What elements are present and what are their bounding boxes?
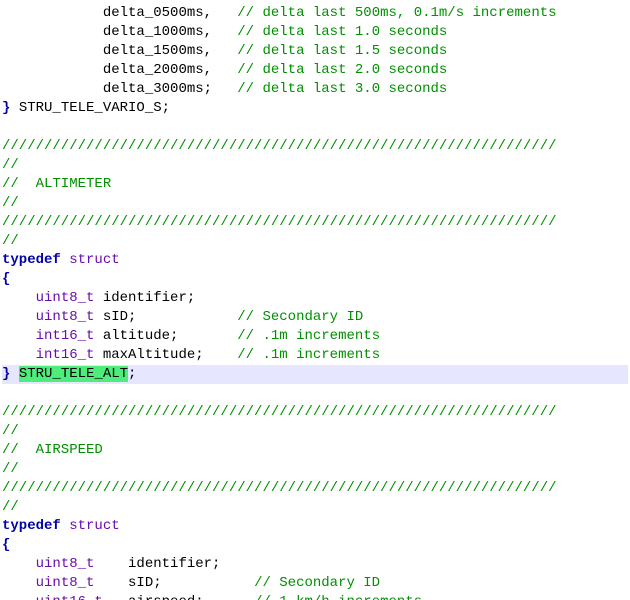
section-title: // AIRSPEED	[2, 442, 103, 458]
comment: // .1m increments	[237, 347, 380, 363]
comment: // .1m increments	[237, 328, 380, 344]
field-type: uint8_t	[36, 309, 95, 325]
field-name: identifier;	[103, 290, 195, 306]
struct-name-highlighted: STRU_TELE_ALT	[19, 366, 128, 382]
separator-blank: //	[2, 233, 19, 249]
separator: ////////////////////////////////////////…	[2, 214, 557, 230]
field-type: uint16_t	[36, 594, 103, 600]
keyword-typedef: typedef	[2, 252, 61, 268]
comment: // delta last 1.5 seconds	[237, 43, 447, 59]
comment: // Secondary ID	[254, 575, 380, 591]
comment: // 1 km/h increments	[254, 594, 422, 600]
comment: // delta last 1.0 seconds	[237, 24, 447, 40]
separator-blank: //	[2, 157, 19, 173]
separator: ////////////////////////////////////////…	[2, 138, 557, 154]
field-name: delta_2000ms	[103, 62, 204, 78]
field-type: uint8_t	[36, 575, 95, 591]
field-type: uint8_t	[36, 290, 95, 306]
field-name: identifier;	[128, 556, 220, 572]
field-name: airspeed;	[128, 594, 204, 600]
semicolon: ;	[128, 366, 136, 382]
comment: // delta last 2.0 seconds	[237, 62, 447, 78]
comment: // delta last 500ms, 0.1m/s increments	[237, 5, 556, 21]
keyword-struct: struct	[69, 518, 119, 534]
field-name: delta_1500ms	[103, 43, 204, 59]
separator: ////////////////////////////////////////…	[2, 404, 557, 420]
brace-close: }	[2, 100, 10, 116]
separator-blank: //	[2, 499, 19, 515]
separator-blank: //	[2, 195, 19, 211]
field-name: sID;	[128, 575, 162, 591]
highlighted-line: } STRU_TELE_ALT;	[2, 365, 628, 384]
field-name: delta_1000ms	[103, 24, 204, 40]
field-type: int16_t	[36, 328, 95, 344]
section-title: // ALTIMETER	[2, 176, 111, 192]
brace-open: {	[2, 537, 10, 553]
comment: // delta last 3.0 seconds	[237, 81, 447, 97]
field-type: uint8_t	[36, 556, 95, 572]
field-name: delta_0500ms	[103, 5, 204, 21]
struct-name: STRU_TELE_VARIO_S;	[19, 100, 170, 116]
separator-blank: //	[2, 423, 19, 439]
field-name: altitude;	[103, 328, 179, 344]
field-name: delta_3000ms;	[103, 81, 212, 97]
field-name: maxAltitude;	[103, 347, 204, 363]
code-block: delta_0500ms, // delta last 500ms, 0.1m/…	[0, 0, 630, 600]
keyword-struct: struct	[69, 252, 119, 268]
separator: ////////////////////////////////////////…	[2, 480, 557, 496]
field-name: sID;	[103, 309, 137, 325]
field-type: int16_t	[36, 347, 95, 363]
brace-close: }	[2, 366, 10, 382]
separator-blank: //	[2, 461, 19, 477]
keyword-typedef: typedef	[2, 518, 61, 534]
brace-open: {	[2, 271, 10, 287]
comment: // Secondary ID	[237, 309, 363, 325]
